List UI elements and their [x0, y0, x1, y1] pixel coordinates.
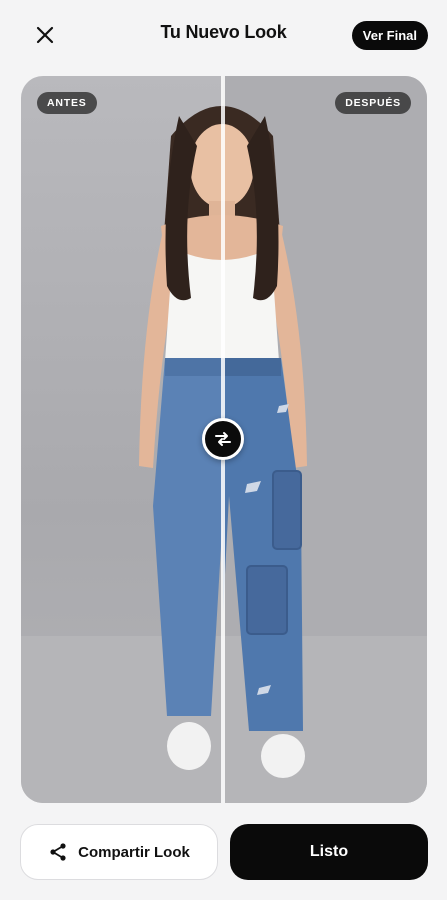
- before-label: ANTES: [37, 92, 97, 114]
- header: Tu Nuevo Look Ver Final: [0, 0, 447, 72]
- after-image: [223, 76, 427, 803]
- after-label: DESPUÉS: [335, 92, 411, 114]
- done-button[interactable]: Listo: [230, 824, 428, 880]
- before-image: [21, 76, 223, 803]
- share-look-label: Compartir Look: [78, 843, 190, 861]
- share-icon: [50, 843, 66, 861]
- compare-slider-handle[interactable]: [202, 418, 244, 460]
- swap-arrows-icon: [215, 432, 231, 446]
- share-look-button[interactable]: Compartir Look: [20, 824, 218, 880]
- view-final-button[interactable]: Ver Final: [351, 21, 428, 50]
- app-screen: Tu Nuevo Look Ver Final ANTES DESPUÉS Co…: [0, 0, 447, 900]
- before-after-viewer[interactable]: ANTES DESPUÉS: [21, 76, 427, 803]
